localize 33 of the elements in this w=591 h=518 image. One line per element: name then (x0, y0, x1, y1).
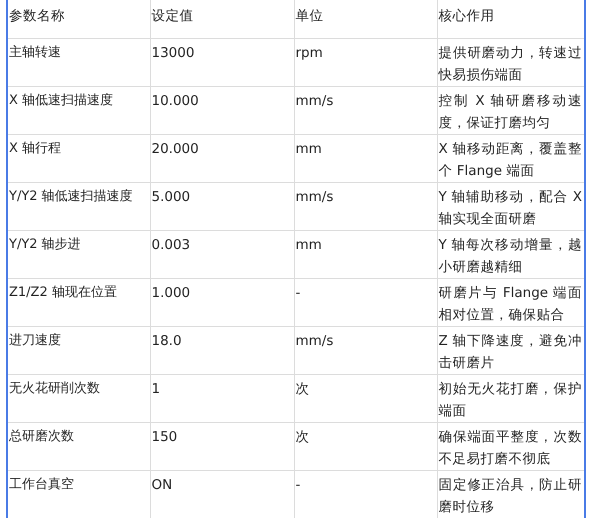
table-cell: 次 (294, 422, 437, 470)
table-cell: - (294, 470, 437, 518)
table-cell: 次 (294, 374, 437, 422)
table-cell: mm/s (294, 86, 437, 134)
table-cell: mm (294, 230, 437, 278)
table-cell: 无火花研削次数 (7, 374, 150, 422)
table-cell: X 轴低速扫描速度 (7, 86, 150, 134)
table-cell: mm/s (294, 326, 437, 374)
column-header: 设定值 (150, 0, 294, 38)
table-cell: X 轴行程 (7, 134, 150, 182)
table-cell: Y/Y2 轴低速扫描速度 (7, 182, 150, 230)
table-cell: - (294, 278, 437, 326)
table-cell: 1.000 (150, 278, 294, 326)
table-cell: ON (150, 470, 294, 518)
table-cell: 进刀速度 (7, 326, 150, 374)
table-cell: mm/s (294, 182, 437, 230)
table-cell: Z1/Z2 轴现在位置 (7, 278, 150, 326)
table-cell: 13000 (150, 38, 294, 86)
table-cell: 18.0 (150, 326, 294, 374)
table-cell: rpm (294, 38, 437, 86)
column-header: 单位 (294, 0, 437, 38)
table-cell: Y/Y2 轴步进 (7, 230, 150, 278)
table-cell: 1 (150, 374, 294, 422)
table-cell: 10.000 (150, 86, 294, 134)
table-cell: 5.000 (150, 182, 294, 230)
table-cell: 0.003 (150, 230, 294, 278)
table-cell: 150 (150, 422, 294, 470)
table-cell: mm (294, 134, 437, 182)
column-header: 参数名称 (7, 0, 150, 38)
table-cell: 总研磨次数 (7, 422, 150, 470)
table-cell: 主轴转速 (7, 38, 150, 86)
table-cell: 20.000 (150, 134, 294, 182)
table-cell: 工作台真空 (7, 470, 150, 518)
